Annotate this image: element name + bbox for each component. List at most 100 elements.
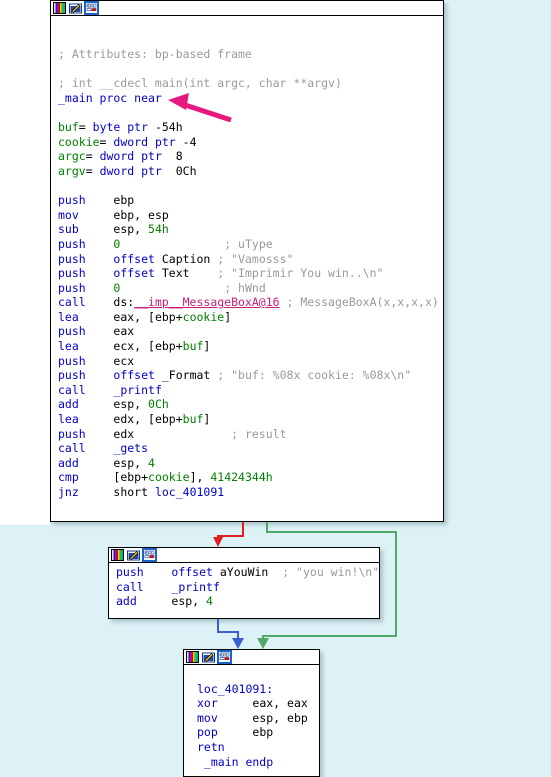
code-token: esp, ebp [217,710,308,725]
graph-chart-icon[interactable] [217,650,232,664]
edit-pencil-icon[interactable] [127,549,140,561]
graph-canvas[interactable]: ; Attributes: bp-based frame ; int __cde… [0,0,551,777]
code-token: ; "Vamosss" [217,251,294,266]
code-line[interactable]: push 0 ; uType [58,237,443,252]
code-token: offset [113,251,162,266]
code-line[interactable]: _main endp [197,755,319,770]
code-line[interactable]: push offset aYouWin ; "you win!\n" [116,565,379,580]
code-line[interactable]: sub esp, 54h [58,222,443,237]
code-line[interactable]: push offset _Format ; "buf: %08x cookie:… [58,368,443,383]
node-code: push offset aYouWin ; "you win!\n" call _… [109,563,379,611]
code-token: eax, [ebp+ [78,309,183,324]
color-palette-icon[interactable] [186,651,199,663]
code-line[interactable]: lea edx, [ebp+buf] [58,412,443,427]
code-line[interactable] [58,62,443,77]
code-line[interactable] [58,179,443,194]
code-line[interactable] [58,106,443,121]
code-token: edx, [ebp+ [78,412,183,427]
code-line[interactable]: push edx ; result [58,427,443,442]
code-token: loc_401091: [197,681,274,696]
code-token: push [58,324,86,339]
code-line[interactable]: _main proc near [58,91,443,106]
code-token: ; "buf: %08x cookie: %08x\n" [217,368,412,383]
node-titlebar[interactable] [184,650,319,665]
code-line[interactable]: jnz short loc_401091 [58,485,443,500]
code-token: argv [58,163,86,178]
code-token: retn [197,739,225,754]
edit-pencil-icon[interactable] [69,2,82,14]
code-token: [ebp+ [78,470,149,485]
code-line[interactable]: push offset Text ; "Imprimir You win..\n… [58,266,443,281]
code-line[interactable]: push ecx [58,354,443,369]
graph-chart-icon[interactable] [142,548,157,562]
code-line[interactable]: call ds:__imp__MessageBoxA@16 ; MessageB… [58,295,443,310]
code-token: buf [182,339,204,354]
node-code: loc_401091: xor eax, eax mov esp, ebp pop e… [184,665,319,771]
code-line[interactable]: lea eax, [ebp+cookie] [58,310,443,325]
code-token: edx [85,426,135,441]
node-titlebar[interactable] [51,1,443,16]
code-line[interactable]: push ebp [58,193,443,208]
code-line[interactable]: add esp, 0Ch [58,397,443,412]
code-line[interactable] [58,33,443,48]
color-palette-icon[interactable] [53,2,66,14]
code-line[interactable]: buf= byte ptr -54h [58,120,443,135]
basic-block-you-win[interactable]: push offset aYouWin ; "you win!\n" call _… [108,547,380,619]
code-token: lea [58,339,79,354]
code-token: xor [197,696,218,711]
code-line[interactable]: call _gets [58,441,443,456]
code-line[interactable]: push offset Caption ; "Vamosss" [58,252,443,267]
code-line[interactable]: cookie= dword ptr -4 [58,135,443,150]
code-token: ; Attributes: bp-based frame [58,47,252,62]
code-token: _main endp [197,754,274,769]
edit-pencil-icon[interactable] [202,651,215,663]
code-line[interactable]: loc_401091: [197,682,319,697]
basic-block-loc-401091[interactable]: loc_401091: xor eax, eax mov esp, ebp pop e… [183,649,320,777]
code-token: add [116,594,137,609]
code-line[interactable]: ; Attributes: bp-based frame [58,47,443,62]
code-token: ], [189,470,211,485]
code-line[interactable]: mov ebp, esp [58,208,443,223]
code-line[interactable]: retn [197,740,319,755]
code-line[interactable] [197,667,319,682]
code-line[interactable]: pop ebp [197,725,319,740]
code-line[interactable]: lea ecx, [ebp+buf] [58,339,443,354]
code-line[interactable]: add esp, 4 [116,594,379,609]
code-line[interactable]: push eax [58,324,443,339]
code-token: call [58,295,86,310]
code-line[interactable] [58,18,443,33]
graph-chart-icon[interactable] [84,1,99,15]
code-line[interactable]: call _printf [116,580,379,595]
code-token: add [58,455,79,470]
code-line[interactable]: mov esp, ebp [197,711,319,726]
code-token: 0Ch [148,397,169,412]
basic-block-main[interactable]: ; Attributes: bp-based frame ; int __cde… [50,0,444,522]
code-token: ; "you win!\n" [282,565,380,579]
code-line[interactable]: ; int __cdecl main(int argc, char **argv… [58,76,443,91]
code-token: dword ptr [99,163,169,178]
code-token: ecx, [ebp+ [78,339,183,354]
node-code: ; Attributes: bp-based frame ; int __cde… [51,16,443,502]
code-line[interactable]: push 0 ; hWnd [58,281,443,296]
code-token: lea [58,412,79,427]
code-line[interactable]: add esp, 4 [58,456,443,471]
code-line[interactable]: cmp [ebp+cookie], 41424344h [58,470,443,485]
code-token: ] [224,309,232,324]
code-line[interactable]: argv= dword ptr 0Ch [58,164,443,179]
code-token: = [85,149,100,164]
code-line[interactable]: argc= dword ptr 8 [58,149,443,164]
code-token: add [58,397,79,412]
code-token: ] [203,339,211,354]
code-line[interactable]: xor eax, eax [197,696,319,711]
color-palette-icon[interactable] [111,549,124,561]
code-token: ecx [85,353,135,368]
code-token: pop [197,725,218,740]
code-token: mov [58,207,79,222]
code-token: push [58,251,86,266]
node-titlebar[interactable] [109,548,379,563]
code-token: 0Ch [168,163,197,178]
code-line[interactable]: call _printf [58,383,443,398]
code-token: ; MessageBoxA(x,x,x,x) [279,295,439,310]
